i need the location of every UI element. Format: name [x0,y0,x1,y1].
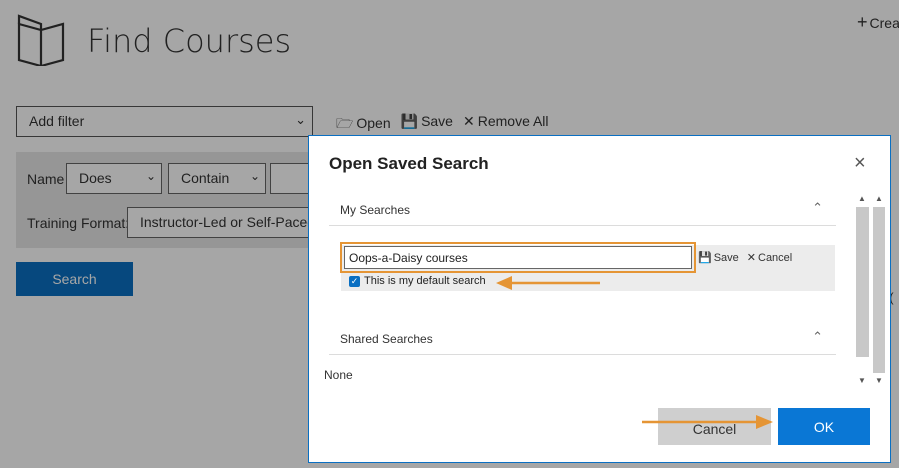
default-search-checkbox-row[interactable]: ✓ This is my default search [349,275,486,287]
annotation-arrow-default [496,276,600,290]
save-search-button[interactable]: 💾 Save [698,251,739,264]
search-name-input[interactable] [340,242,696,273]
close-icon: ✕ [746,252,756,264]
save-icon: 💾 [698,252,712,264]
open-saved-search-dialog: Open Saved Search × My Searches ⌃ 💾Save … [308,135,891,463]
scrollbar-thumb[interactable] [856,207,869,357]
chevron-up-icon: ⌃ [812,200,823,215]
save-search-label: Save [713,252,739,264]
cancel-edit-button[interactable]: ✕ Cancel [747,251,792,264]
scroll-up-arrow-2[interactable]: ▲ [875,194,883,203]
scrollbar-track[interactable] [873,207,885,373]
close-icon[interactable]: × [854,152,866,175]
dialog-scrollbar[interactable]: ▲ ▲ ▼ ▼ [855,191,887,388]
my-searches-header[interactable]: My Searches ⌃ [329,191,836,226]
edit-actions: 💾 Save ✕ Cancel [698,251,792,264]
check-icon[interactable]: ✓ [349,275,360,287]
annotation-arrow-ok [642,415,773,429]
scroll-down-arrow-2[interactable]: ▼ [875,376,883,385]
chevron-up-icon: ⌃ [812,329,823,344]
scroll-down-arrow[interactable]: ▼ [858,376,866,385]
dialog-title: Open Saved Search [329,154,489,173]
shared-searches-heading: Shared Searches [340,332,433,346]
cancel-edit-label: Cancel [758,252,793,264]
my-searches-heading: My Searches [340,203,411,217]
scroll-up-arrow[interactable]: ▲ [858,194,866,203]
ok-button[interactable]: OK [778,408,870,445]
default-search-label: This is my default search [364,275,486,287]
shared-searches-header[interactable]: Shared Searches ⌃ [329,320,836,355]
shared-searches-empty: None [324,368,353,382]
